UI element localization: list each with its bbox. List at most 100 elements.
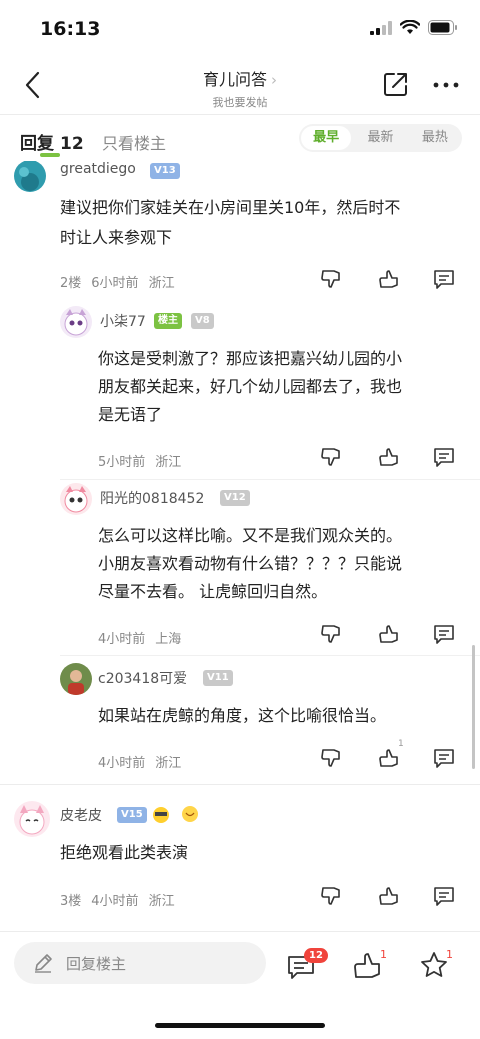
- thumbs-down-icon: [321, 270, 340, 288]
- level-badge: V15: [117, 807, 147, 823]
- sort-toggle: 最早 最新 最热: [299, 124, 462, 152]
- username[interactable]: greatdiego: [60, 161, 136, 177]
- reply-tabs: 回复 12 只看楼主 最早 最新 最热: [0, 115, 480, 161]
- dislike-button[interactable]: [320, 885, 342, 907]
- thumbs-up-icon: [379, 625, 398, 643]
- comment-time: 4小时前: [91, 894, 139, 909]
- comment-meta: 2楼 6小时前 浙江: [60, 272, 185, 291]
- nav-bar: 育儿问答 › 我也要发帖: [0, 56, 480, 114]
- avatar[interactable]: [14, 801, 50, 837]
- thumbs-down-icon: [321, 749, 340, 767]
- thumbs-up-icon: [354, 953, 380, 978]
- nav-title-block[interactable]: 育儿问答 › 我也要发帖: [140, 66, 340, 110]
- pencil-icon: [35, 954, 52, 973]
- favorite-button[interactable]: [419, 950, 449, 980]
- like-count: 1: [398, 739, 404, 749]
- divider: [0, 784, 480, 785]
- reply-button[interactable]: [433, 747, 455, 769]
- battery-icon: [428, 20, 457, 35]
- nav-subtitle[interactable]: 我也要发帖: [140, 94, 340, 110]
- dislike-button[interactable]: [320, 747, 342, 769]
- like-button[interactable]: [378, 885, 400, 907]
- comment-icon: [434, 887, 454, 906]
- username[interactable]: 阳光的0818452: [100, 488, 204, 508]
- avatar-cartoon-pink-cat: [14, 801, 50, 837]
- floor-number: 2楼: [60, 276, 82, 291]
- level-badge: V8: [191, 313, 214, 329]
- reply-button[interactable]: [433, 885, 455, 907]
- comment-icon: [434, 448, 454, 467]
- reply-text-line: 如果站在虎鲸的角度，这个比喻很恰当。: [98, 706, 387, 725]
- avatar[interactable]: [14, 161, 46, 192]
- share-icon: [384, 73, 407, 96]
- reply-placeholder: 回复楼主: [66, 955, 127, 973]
- comment-meta: 3楼 4小时前 浙江: [60, 890, 185, 909]
- reply-button[interactable]: [433, 446, 455, 468]
- sort-earliest[interactable]: 最早: [301, 126, 352, 150]
- reply-text-line: 怎么可以这样比喻。又不是我们观众关的。: [98, 526, 403, 545]
- avatar-photo: [60, 663, 92, 695]
- reply-meta: 5小时前 浙江: [98, 451, 191, 470]
- back-button[interactable]: [18, 68, 48, 102]
- like-button[interactable]: [378, 446, 400, 468]
- more-icon: [433, 82, 459, 88]
- like-count: 1: [380, 948, 387, 961]
- thumbs-down-icon: [321, 625, 340, 643]
- avatar[interactable]: [60, 306, 92, 338]
- floor-number: 3楼: [60, 894, 82, 909]
- star-icon: [421, 952, 447, 977]
- thumbs-down-icon: [321, 887, 340, 905]
- avatar[interactable]: [60, 663, 92, 695]
- comment-text-line: 拒绝观看此类表演: [60, 843, 189, 862]
- avatar-ocean-image: [14, 161, 46, 192]
- thumbs-up-icon: [379, 749, 398, 767]
- thumbs-up-icon: [379, 448, 398, 466]
- like-post-button[interactable]: [353, 950, 383, 980]
- comment-list[interactable]: greatdiego V13 建议把你们家娃关在小房间里关10年，然后时不 时让…: [0, 161, 480, 931]
- comment-icon: [434, 270, 454, 289]
- sort-hottest[interactable]: 最热: [410, 126, 460, 150]
- reply-time: 4小时前: [98, 632, 146, 647]
- comment-icon: [434, 749, 454, 768]
- username[interactable]: 小柒77: [100, 311, 146, 331]
- dislike-button[interactable]: [320, 446, 342, 468]
- owner-badge: 楼主: [154, 313, 182, 329]
- tab-replies-count: 12: [60, 134, 84, 154]
- divider: [60, 655, 480, 656]
- page-title: 育儿问答: [202, 70, 267, 89]
- dislike-button[interactable]: [320, 623, 342, 645]
- username[interactable]: 皮老皮: [60, 805, 102, 825]
- scrollbar[interactable]: [472, 645, 475, 769]
- sort-newest[interactable]: 最新: [355, 126, 405, 150]
- reply-text-line: 小朋友喜欢看动物有什么错？？？？只能说: [98, 554, 403, 573]
- share-button[interactable]: [382, 70, 410, 98]
- thumbs-up-icon: [379, 270, 398, 288]
- tab-replies[interactable]: 回复 12: [20, 129, 84, 154]
- like-button[interactable]: [378, 623, 400, 645]
- comment-text-line: 时让人来参观下: [60, 228, 173, 247]
- like-button[interactable]: [378, 268, 400, 290]
- avatar-cartoon-pink: [60, 483, 92, 515]
- avatar[interactable]: [60, 483, 92, 515]
- like-button[interactable]: [378, 747, 400, 769]
- wifi-icon: [400, 20, 420, 34]
- reply-time: 5小时前: [98, 455, 146, 470]
- comment-text-line: 建议把你们家娃关在小房间里关10年，然后时不: [60, 198, 401, 217]
- tab-owner-only[interactable]: 只看楼主: [102, 130, 166, 154]
- username[interactable]: c203418可爱: [98, 668, 187, 688]
- reply-text-line: 你这是受刺激了？那应该把嘉兴幼儿园的小: [98, 349, 403, 368]
- comment-location: 浙江: [148, 894, 175, 909]
- dislike-button[interactable]: [320, 268, 342, 290]
- nav-title-row: 育儿问答 ›: [140, 66, 340, 90]
- reply-input[interactable]: 回复楼主: [14, 942, 266, 984]
- home-indicator[interactable]: [155, 1023, 325, 1028]
- medal-icon: [151, 804, 171, 824]
- comment-icon: [434, 625, 454, 644]
- reply-location: 浙江: [155, 455, 182, 470]
- comment-count-badge: 12: [304, 948, 328, 963]
- thumbs-down-icon: [321, 448, 340, 466]
- reply-meta: 4小时前 上海: [98, 628, 191, 647]
- more-button[interactable]: [432, 76, 460, 94]
- reply-button[interactable]: [433, 623, 455, 645]
- reply-button[interactable]: [433, 268, 455, 290]
